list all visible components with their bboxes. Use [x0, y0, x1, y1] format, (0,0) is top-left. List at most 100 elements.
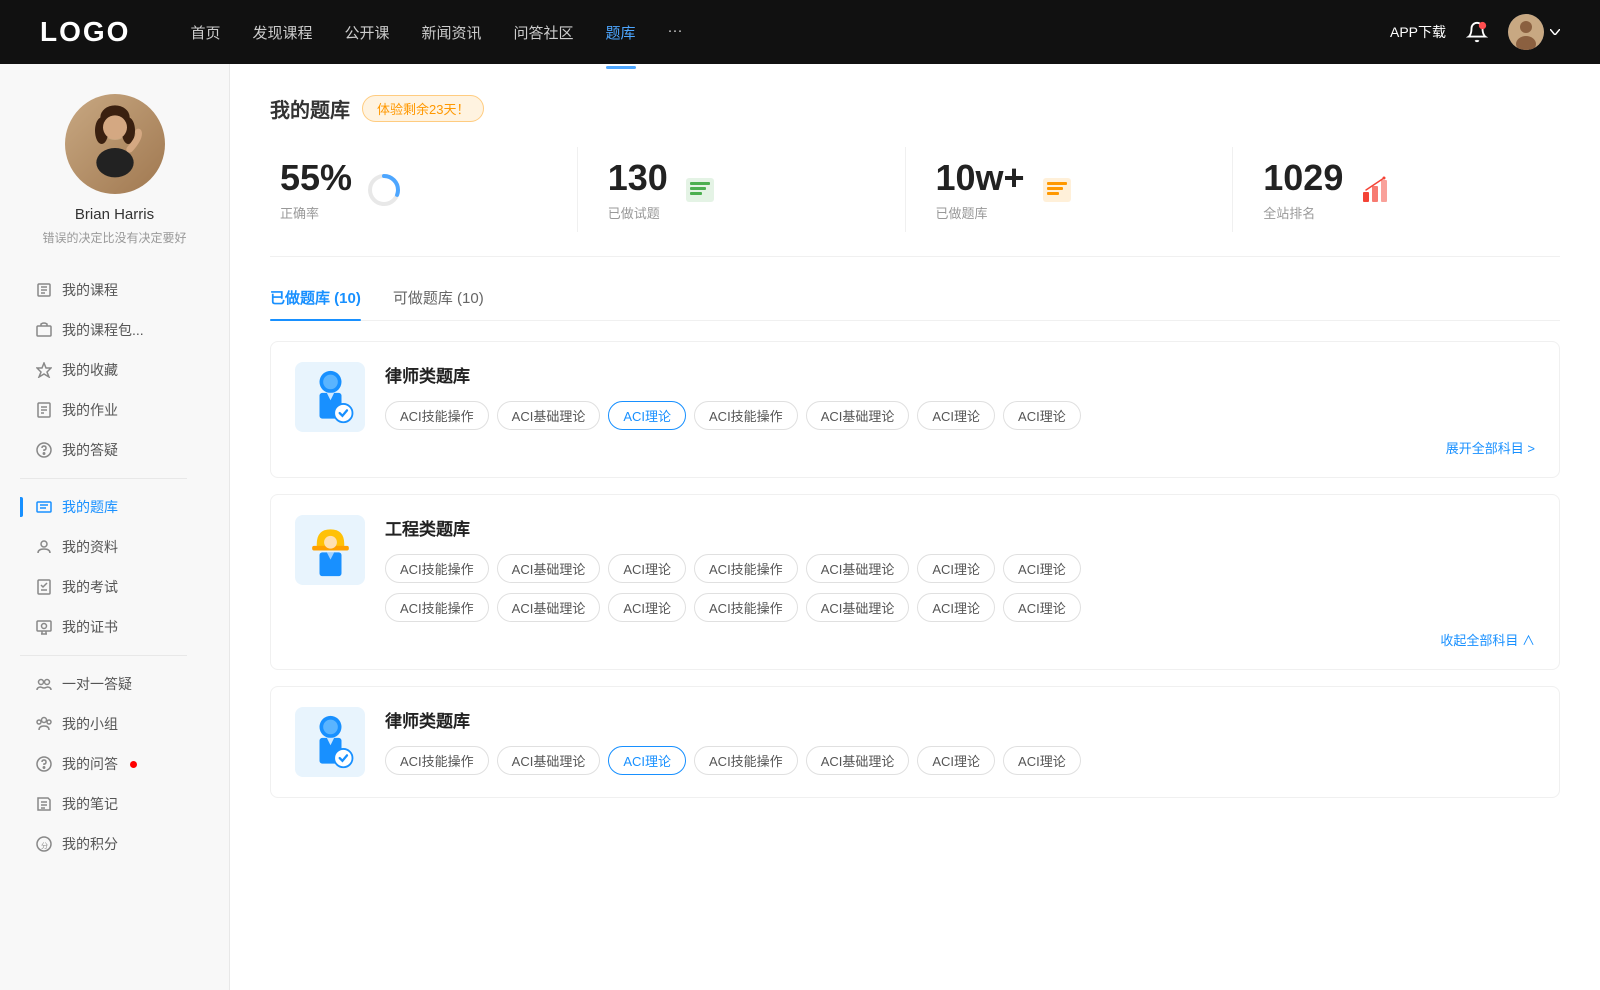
red-dot-badge	[130, 761, 137, 768]
sidebar-item-my-qa[interactable]: 我的问答	[20, 744, 229, 784]
bank-tag-1-4[interactable]: ACI基础理论	[806, 401, 910, 430]
bank-title-2: 工程类题库	[385, 515, 1535, 540]
bank-tag-1-0[interactable]: ACI技能操作	[385, 401, 489, 430]
stat-banks-done-value: 10w+ 已做题库	[936, 157, 1025, 222]
exam-icon	[36, 579, 52, 595]
bank-tag-3-0[interactable]: ACI技能操作	[385, 746, 489, 775]
profile-icon	[36, 539, 52, 555]
nav-home[interactable]: 首页	[190, 18, 220, 47]
points-icon: 分	[36, 836, 52, 852]
bank-card-2: 工程类题库 ACI技能操作 ACI基础理论 ACI理论 ACI技能操作 ACI基…	[270, 494, 1560, 670]
notification-bell-icon[interactable]	[1466, 21, 1488, 43]
qa-icon	[36, 756, 52, 772]
stat-site-rank-number: 1029	[1263, 157, 1343, 199]
bank-tag-2-2[interactable]: ACI理论	[608, 554, 686, 583]
user-avatar-button[interactable]	[1508, 14, 1560, 50]
sidebar-item-one-on-one[interactable]: 一对一答疑	[20, 664, 229, 704]
stat-accuracy: 55% 正确率	[270, 147, 578, 232]
bank-tag-3-3[interactable]: ACI技能操作	[694, 746, 798, 775]
bank-tag-1-5[interactable]: ACI理论	[917, 401, 995, 430]
bank-tag-2r2-5[interactable]: ACI理论	[917, 593, 995, 622]
sidebar-label-my-qa: 我的问答	[62, 754, 118, 774]
sidebar-item-question-bank[interactable]: 我的题库	[20, 487, 229, 527]
stat-site-rank-label: 全站排名	[1263, 203, 1343, 222]
sidebar-item-exam[interactable]: 我的考试	[20, 567, 229, 607]
bank-tag-1-1[interactable]: ACI基础理论	[497, 401, 601, 430]
stat-site-rank: 1029 全站排名	[1233, 147, 1560, 232]
stats-row: 55% 正确率 130 已做试题	[270, 147, 1560, 257]
bank-tag-1-2[interactable]: ACI理论	[608, 401, 686, 430]
sidebar-menu: 我的课程 我的课程包... 我的收藏	[0, 270, 229, 864]
bank-tag-3-5[interactable]: ACI理论	[917, 746, 995, 775]
page-title: 我的题库	[270, 94, 350, 123]
main-content: 我的题库 体验剩余23天！ 55% 正确率	[230, 64, 1600, 990]
bank-icon-engineer	[295, 515, 365, 585]
sidebar-item-profile-data[interactable]: 我的资料	[20, 527, 229, 567]
nav-discover[interactable]: 发现课程	[252, 18, 312, 47]
sidebar-item-notes[interactable]: 我的笔记	[20, 784, 229, 824]
bank-tag-2-1[interactable]: ACI基础理论	[497, 554, 601, 583]
bank-tag-2r2-1[interactable]: ACI基础理论	[497, 593, 601, 622]
sidebar-item-homework[interactable]: 我的作业	[20, 390, 229, 430]
bank-card-1: 律师类题库 ACI技能操作 ACI基础理论 ACI理论 ACI技能操作 ACI基…	[270, 341, 1560, 478]
stat-banks-done-label: 已做题库	[936, 203, 1025, 222]
bank-tag-2r2-6[interactable]: ACI理论	[1003, 593, 1081, 622]
bank-tag-2r2-4[interactable]: ACI基础理论	[806, 593, 910, 622]
app-download-button[interactable]: APP下载	[1390, 22, 1446, 42]
nav-open-course[interactable]: 公开课	[344, 18, 389, 47]
bank-expand-1[interactable]: 展开全部科目 >	[385, 438, 1535, 457]
logo[interactable]: LOGO	[40, 16, 130, 48]
bank-tag-2-3[interactable]: ACI技能操作	[694, 554, 798, 583]
stat-questions-done-number: 130	[608, 157, 668, 199]
sidebar-item-qa[interactable]: 我的答疑	[20, 430, 229, 470]
sidebar: Brian Harris 错误的决定比没有决定要好 我的课程	[0, 64, 230, 990]
trial-badge: 体验剩余23天！	[362, 95, 484, 122]
bank-tag-2-4[interactable]: ACI基础理论	[806, 554, 910, 583]
tab-available-banks[interactable]: 可做题库 (10)	[393, 287, 484, 320]
profile-motto: 错误的决定比没有决定要好	[22, 229, 206, 246]
bank-tag-2-6[interactable]: ACI理论	[1003, 554, 1081, 583]
sidebar-label-question-bank: 我的题库	[62, 497, 118, 517]
bank-tag-3-2[interactable]: ACI理论	[608, 746, 686, 775]
tabs-row: 已做题库 (10) 可做题库 (10)	[270, 287, 1560, 321]
bank-info-1: 律师类题库 ACI技能操作 ACI基础理论 ACI理论 ACI技能操作 ACI基…	[385, 362, 1535, 457]
bank-tag-2-5[interactable]: ACI理论	[917, 554, 995, 583]
bank-tag-1-3[interactable]: ACI技能操作	[694, 401, 798, 430]
site-rank-icon	[1357, 172, 1393, 208]
bank-info-2: 工程类题库 ACI技能操作 ACI基础理论 ACI理论 ACI技能操作 ACI基…	[385, 515, 1535, 649]
bank-tag-3-1[interactable]: ACI基础理论	[497, 746, 601, 775]
sidebar-item-course-package[interactable]: 我的课程包...	[20, 310, 229, 350]
bank-tag-2r2-2[interactable]: ACI理论	[608, 593, 686, 622]
sidebar-label-profile-data: 我的资料	[62, 537, 118, 557]
sidebar-item-group[interactable]: 我的小组	[20, 704, 229, 744]
sidebar-item-my-course[interactable]: 我的课程	[20, 270, 229, 310]
question-bank-icon	[36, 499, 52, 515]
bank-tag-1-6[interactable]: ACI理论	[1003, 401, 1081, 430]
tab-done-banks[interactable]: 已做题库 (10)	[270, 287, 361, 320]
bank-icon-lawyer-3	[295, 707, 365, 777]
bank-tag-3-6[interactable]: ACI理论	[1003, 746, 1081, 775]
bank-tag-2-0[interactable]: ACI技能操作	[385, 554, 489, 583]
nav-news[interactable]: 新闻资讯	[422, 18, 482, 47]
sidebar-item-certificate[interactable]: 我的证书	[20, 607, 229, 647]
homework-icon	[36, 402, 52, 418]
page-wrapper: Brian Harris 错误的决定比没有决定要好 我的课程	[0, 64, 1600, 990]
stat-questions-done-value: 130 已做试题	[608, 157, 668, 222]
sidebar-divider-1	[20, 478, 187, 479]
course-icon	[36, 282, 52, 298]
main-nav: 首页 发现课程 公开课 新闻资讯 问答社区 题库 ···	[190, 18, 1390, 47]
nav-more[interactable]: ···	[668, 18, 683, 47]
nav-qa[interactable]: 问答社区	[514, 18, 574, 47]
stat-accuracy-label: 正确率	[280, 203, 352, 222]
header-right: APP下载	[1390, 14, 1560, 50]
bank-collapse-2[interactable]: 收起全部科目 ∧	[385, 630, 1535, 649]
nav-question-bank[interactable]: 题库	[606, 18, 636, 47]
stat-banks-done-number: 10w+	[936, 157, 1025, 199]
banks-done-icon	[1039, 172, 1075, 208]
sidebar-item-points[interactable]: 分 我的积分	[20, 824, 229, 864]
bank-tag-3-4[interactable]: ACI基础理论	[806, 746, 910, 775]
bank-tag-2r2-0[interactable]: ACI技能操作	[385, 593, 489, 622]
sidebar-item-favorites[interactable]: 我的收藏	[20, 350, 229, 390]
sidebar-label-my-course: 我的课程	[62, 280, 118, 300]
bank-tag-2r2-3[interactable]: ACI技能操作	[694, 593, 798, 622]
